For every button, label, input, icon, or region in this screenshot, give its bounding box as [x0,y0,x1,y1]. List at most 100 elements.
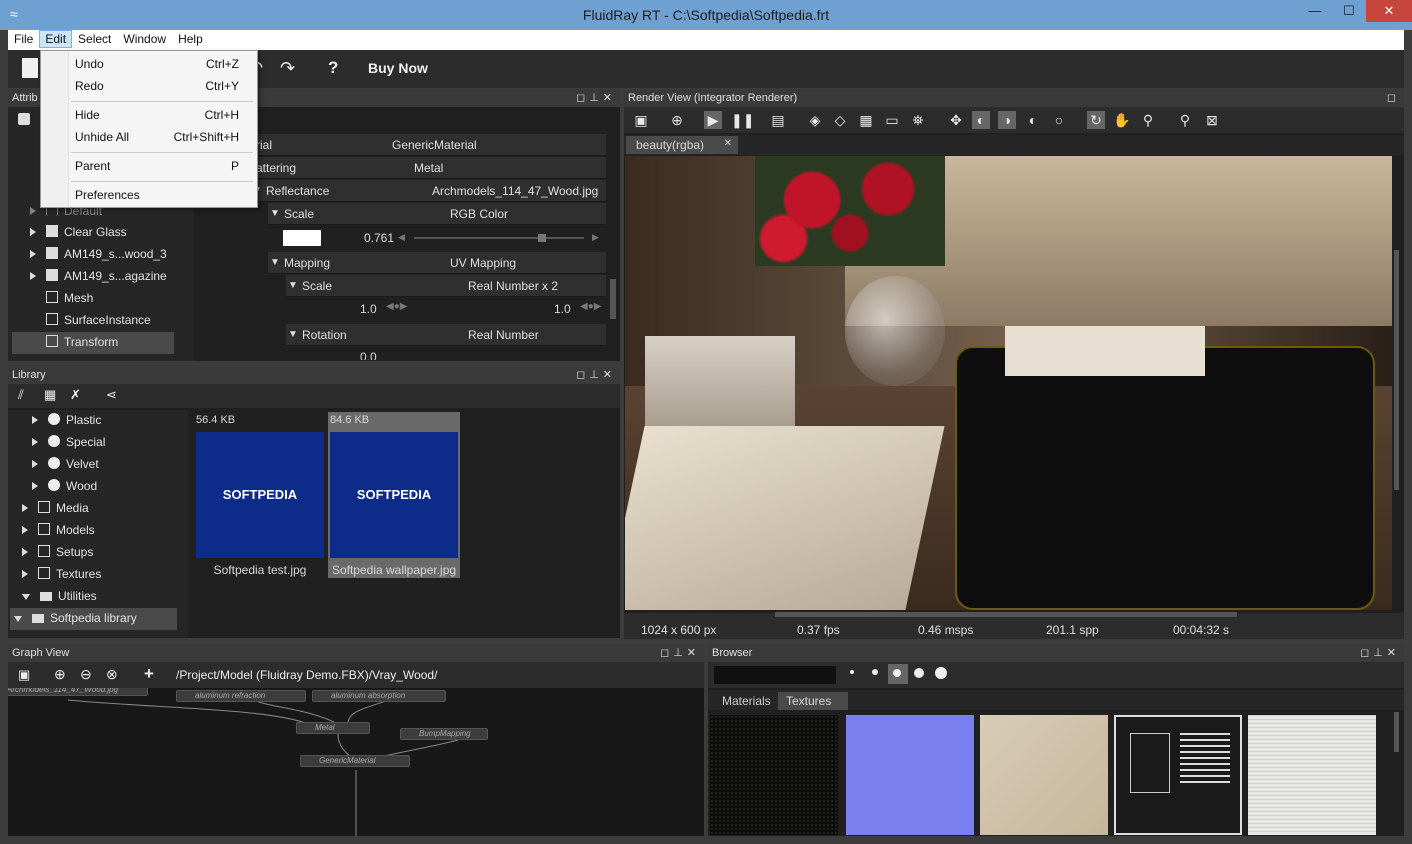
scale2-x-field[interactable]: 1.0 [360,302,377,316]
rotation-field[interactable]: 0.0 [360,350,377,360]
tab-textures[interactable]: Textures [778,692,848,710]
panel-controls[interactable]: ◻⊥✕ [1360,646,1400,659]
size-l-button[interactable] [914,668,924,678]
menu-item-parent[interactable]: Parent [75,159,110,173]
menu-window[interactable]: Window [117,30,172,48]
prop-material[interactable]: rial GenericMaterial [250,134,606,156]
prop-scale[interactable]: ▼ Scale RGB Color [268,203,606,225]
chevron-down-icon[interactable] [22,594,30,600]
save-icon[interactable]: ▤ [769,111,787,129]
chevron-down-icon[interactable]: ▼ [288,280,298,291]
browser-scrollbar[interactable] [1394,712,1399,752]
menu-item-undo[interactable]: Undo [75,57,104,71]
lock-icon[interactable] [18,113,30,125]
chevron-right-icon[interactable]: ▶ [592,232,599,243]
expand-arrow-icon[interactable] [22,570,28,578]
pause-icon[interactable]: ❚❚ [731,111,754,129]
shade-icon[interactable]: ◐ [1024,111,1042,129]
render-scrollbar-h[interactable] [775,612,1237,617]
chevron-down-icon[interactable]: ▼ [288,329,298,340]
zoom-reset-icon[interactable]: ⊗ [106,666,118,683]
film-icon[interactable]: ⛯ [909,111,927,129]
props-scrollbar[interactable] [610,279,616,319]
graph-node[interactable]: aluminum absorption [312,690,446,702]
shade-icon[interactable]: ◑ [998,111,1016,129]
panel-controls[interactable]: ◻⊥✕ [660,646,700,659]
tab-beauty[interactable]: beauty(rgba) ✕ [626,136,738,154]
pan-icon[interactable]: ✋ [1113,111,1131,129]
tree-item[interactable]: Mesh [30,288,174,310]
color-swatch[interactable] [283,230,321,246]
zoom-icon[interactable]: ⚲ [1139,111,1157,129]
library-tree-item[interactable]: Velvet [32,454,99,476]
tab-materials[interactable]: Materials [714,692,778,710]
expand-arrow-icon[interactable] [30,228,36,236]
file-card[interactable]: 84.6 KB SOFTPEDIA Softpedia wallpaper.jpg [328,412,460,578]
new-file-icon[interactable] [22,58,38,78]
play-icon[interactable]: ▶ [704,111,722,129]
tree-item[interactable]: AM149_s...wood_3 [30,244,174,266]
chevron-down-icon[interactable] [14,616,22,622]
graph-node[interactable]: Archmodels_114_47_Wood.jpg [8,688,148,696]
menu-item-hide[interactable]: Hide [75,108,100,122]
graph-node[interactable]: Metal [296,722,370,734]
spinner-icon[interactable]: ◀●▶ [580,301,601,312]
texture-thumb-fabric[interactable] [1248,715,1376,835]
share-icon[interactable]: ⋖ [106,387,117,403]
prop-scattering[interactable]: attering Metal [250,157,606,179]
size-s-button[interactable] [872,669,878,675]
cubes-icon[interactable]: ◇ [831,111,849,129]
expand-arrow-icon[interactable] [30,272,36,280]
zoom-fit-icon[interactable]: ⚲ [1176,111,1194,129]
move-icon[interactable]: ✥ [947,111,965,129]
help-icon[interactable]: ? [328,58,338,78]
file-card[interactable]: 56.4 KB SOFTPEDIA Softpedia test.jpg [194,412,326,578]
expand-arrow-icon[interactable] [32,416,38,424]
menu-file[interactable]: File [8,30,39,48]
panel-maximize[interactable]: ◻ [1387,91,1400,104]
frame-icon[interactable]: ▭ [883,111,901,129]
expand-arrow-icon[interactable] [22,548,28,556]
library-tree-item[interactable]: Media [22,498,89,520]
graph-node[interactable]: BumpMapping [400,728,488,740]
expand-arrow-icon[interactable] [32,460,38,468]
expand-arrow-icon[interactable] [32,482,38,490]
texture-thumb-paper[interactable] [980,715,1108,835]
menu-item-redo[interactable]: Redo [75,79,104,93]
add-node-icon[interactable]: + [144,664,154,684]
library-tree-item[interactable]: Plastic [32,410,101,432]
lock-icon[interactable]: ▣ [18,667,30,683]
library-tree-item[interactable]: Models [22,520,95,542]
scale-slider[interactable]: ◀ ▶ [396,232,602,244]
panel-controls[interactable]: ◻⊥✕ [576,91,616,104]
render-scrollbar-v[interactable] [1394,250,1399,490]
lock-icon[interactable]: ▣ [632,111,650,129]
chevron-down-icon[interactable]: ▼ [270,208,280,219]
slider-thumb[interactable] [538,234,546,242]
size-xl-button[interactable] [935,667,947,679]
panel-controls[interactable]: ◻⊥✕ [576,368,616,381]
library-tree-item[interactable]: Textures [22,564,101,586]
zoom-region-icon[interactable]: ⊠ [1203,111,1221,129]
expand-arrow-icon[interactable] [30,207,36,215]
render-image[interactable] [625,156,1392,610]
chevron-left-icon[interactable]: ◀ [398,232,405,243]
library-tree-item[interactable]: Wood [32,476,97,498]
menu-select[interactable]: Select [72,30,117,48]
menu-help[interactable]: Help [172,30,209,48]
expand-arrow-icon[interactable] [22,526,28,534]
close-button[interactable]: ✕ [1366,0,1412,22]
grid-icon[interactable]: ▦ [857,111,875,129]
prop-scale2[interactable]: ▼ Scale Real Number x 2 [286,275,606,297]
graph-node[interactable]: GenericMaterial [300,755,410,767]
maximize-button[interactable]: ☐ [1332,0,1366,22]
prop-mapping[interactable]: ▼ Mapping UV Mapping [268,252,606,274]
cube-icon[interactable]: ◈ [806,111,824,129]
camera-add-icon[interactable]: ⊕ [668,111,686,129]
minimize-button[interactable]: — [1298,0,1332,22]
library-tree-item[interactable]: Special [32,432,105,454]
menu-item-preferences[interactable]: Preferences [75,188,140,202]
zoom-out-icon[interactable]: ⊖ [80,666,92,683]
save-icon[interactable]: ▦ [44,387,56,403]
texture-thumb-noise[interactable] [710,715,838,835]
